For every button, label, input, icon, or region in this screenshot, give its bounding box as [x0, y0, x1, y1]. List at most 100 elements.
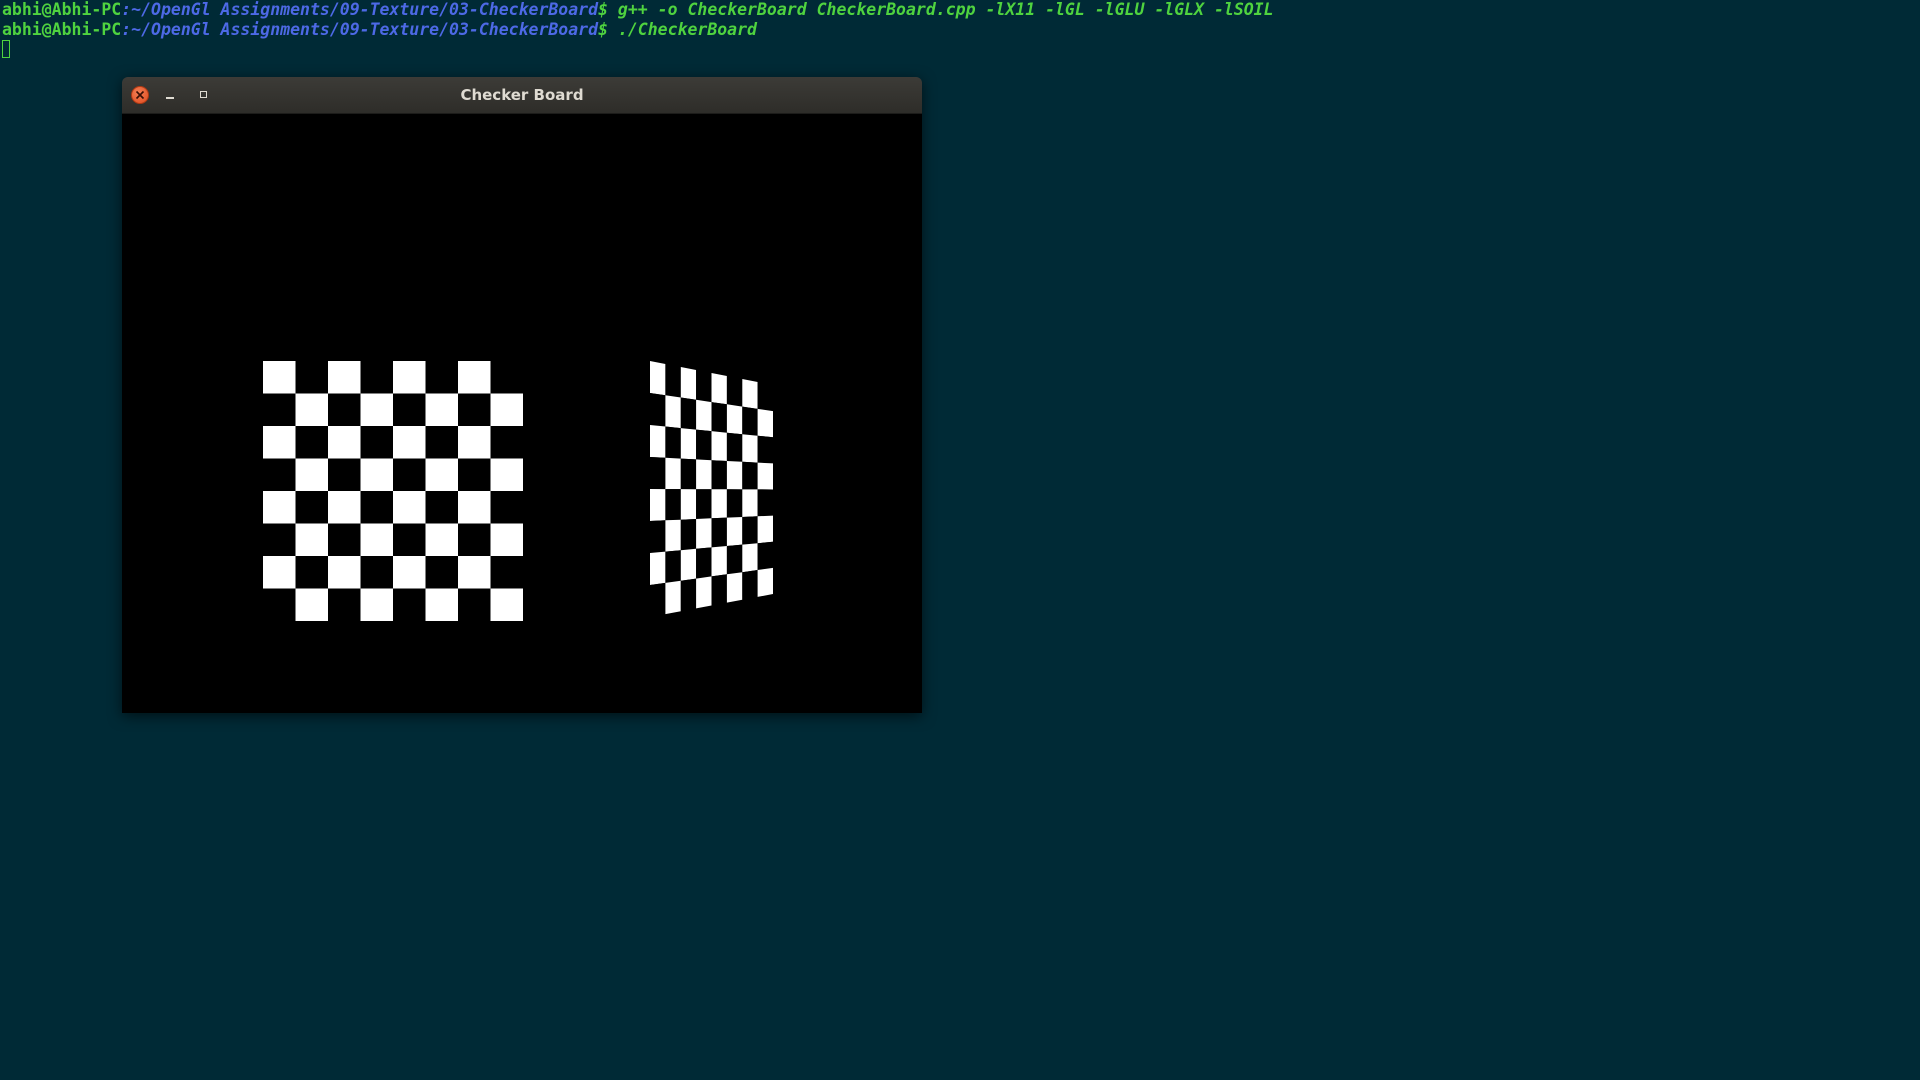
- checker-square-light: [360, 393, 393, 426]
- checker-square-dark: [263, 458, 296, 491]
- checker-square-dark: [711, 460, 727, 490]
- checker-square-light: [490, 588, 523, 621]
- checker-square-dark: [328, 393, 361, 426]
- checker-square-light: [360, 458, 393, 491]
- checker-square-light: [665, 580, 681, 615]
- terminal-cursor: [2, 40, 10, 58]
- checker-square-light: [295, 393, 328, 426]
- checker-square-dark: [490, 556, 523, 589]
- checker-square-light: [328, 426, 361, 459]
- checker-square-light: [680, 428, 697, 460]
- checker-square-dark: [742, 461, 758, 490]
- checker-square-light: [680, 367, 697, 400]
- checker-square-dark: [665, 489, 681, 521]
- checker-square-light: [742, 489, 758, 517]
- checker-square-dark: [393, 523, 426, 556]
- checker-square-dark: [360, 556, 393, 589]
- terminal-line-2: abhi@Abhi-PC:~/OpenGl Assignments/09-Tex…: [2, 20, 1912, 40]
- checker-square-light: [360, 523, 393, 556]
- checker-square-light: [458, 426, 491, 459]
- checker-square-light: [295, 523, 328, 556]
- checker-square-light: [726, 517, 743, 546]
- checker-square-dark: [726, 432, 743, 462]
- checker-square-light: [665, 519, 681, 552]
- terminal-line-1: abhi@Abhi-PC:~/OpenGl Assignments/09-Tex…: [2, 0, 1912, 20]
- checker-square-dark: [680, 578, 697, 612]
- checker-square-dark: [711, 517, 727, 548]
- checker-square-light: [696, 399, 712, 432]
- checker-square-light: [425, 588, 458, 621]
- checker-square-dark: [490, 361, 523, 394]
- checker-square-dark: [295, 556, 328, 589]
- checker-square-light: [711, 431, 727, 461]
- checker-square-light: [425, 523, 458, 556]
- checker-square-dark: [458, 458, 491, 491]
- checker-square-light: [650, 551, 666, 585]
- checker-square-dark: [295, 491, 328, 524]
- checker-square-dark: [696, 370, 712, 403]
- checker-square-dark: [650, 520, 666, 553]
- checker-square-light: [742, 379, 758, 409]
- checker-square-light: [263, 361, 296, 394]
- checker-square-light: [650, 425, 666, 458]
- checker-square-light: [665, 457, 681, 490]
- prompt-path: :~/OpenGl Assignments/09-Texture/03-Chec…: [121, 20, 599, 39]
- checker-square-light: [757, 515, 773, 544]
- prompt-path: :~/OpenGl Assignments/09-Texture/03-Chec…: [121, 0, 599, 19]
- checker-square-light: [696, 518, 712, 549]
- checker-square-light: [263, 556, 296, 589]
- checker-square-light: [726, 404, 743, 435]
- checker-square-dark: [742, 570, 758, 600]
- window-titlebar[interactable]: Checker Board: [122, 77, 922, 114]
- checker-square-dark: [757, 435, 773, 464]
- checker-square-dark: [726, 376, 743, 407]
- checker-square-dark: [425, 556, 458, 589]
- checker-square-dark: [458, 393, 491, 426]
- checker-square-dark: [711, 402, 727, 433]
- checker-square-light: [742, 543, 758, 573]
- opengl-canvas[interactable]: [122, 114, 922, 713]
- checker-square-light: [726, 572, 743, 603]
- checkerboard-scene: [122, 114, 922, 713]
- checker-square-light: [458, 361, 491, 394]
- checker-square-light: [742, 434, 758, 463]
- checker-square-dark: [425, 361, 458, 394]
- checker-square-light: [757, 408, 773, 438]
- checker-square-dark: [263, 393, 296, 426]
- checker-square-light: [711, 546, 727, 577]
- checker-square-light: [711, 489, 727, 519]
- checker-square-dark: [458, 588, 491, 621]
- checker-square-dark: [726, 489, 743, 518]
- checker-square-dark: [650, 457, 666, 490]
- checker-square-dark: [263, 523, 296, 556]
- checkerboard-window[interactable]: Checker Board: [122, 77, 922, 713]
- checker-square-light: [328, 361, 361, 394]
- checker-square-dark: [742, 516, 758, 545]
- terminal-output[interactable]: abhi@Abhi-PC:~/OpenGl Assignments/09-Tex…: [2, 0, 1912, 40]
- checker-square-light: [680, 548, 697, 581]
- checker-square-dark: [393, 393, 426, 426]
- checker-square-light: [696, 459, 712, 490]
- checker-square-light: [393, 426, 426, 459]
- checker-square-dark: [650, 582, 666, 617]
- checker-square-light: [726, 461, 743, 490]
- checker-square-dark: [726, 544, 743, 575]
- checker-square-dark: [696, 489, 712, 519]
- checker-square-light: [328, 556, 361, 589]
- checker-square-light: [458, 556, 491, 589]
- checker-square-dark: [263, 588, 296, 621]
- checker-square-dark: [757, 382, 773, 412]
- prompt-user: abhi@Abhi-PC: [2, 20, 122, 39]
- checker-square-dark: [680, 519, 697, 551]
- checker-square-light: [263, 426, 296, 459]
- checker-square-dark: [393, 458, 426, 491]
- checker-square-light: [490, 458, 523, 491]
- checker-square-dark: [665, 426, 681, 459]
- checker-square-light: [425, 458, 458, 491]
- checker-square-light: [757, 567, 773, 597]
- checker-square-dark: [742, 406, 758, 436]
- checker-square-dark: [328, 523, 361, 556]
- checker-square-dark: [295, 361, 328, 394]
- checker-square-light: [490, 523, 523, 556]
- checker-square-light: [711, 373, 727, 405]
